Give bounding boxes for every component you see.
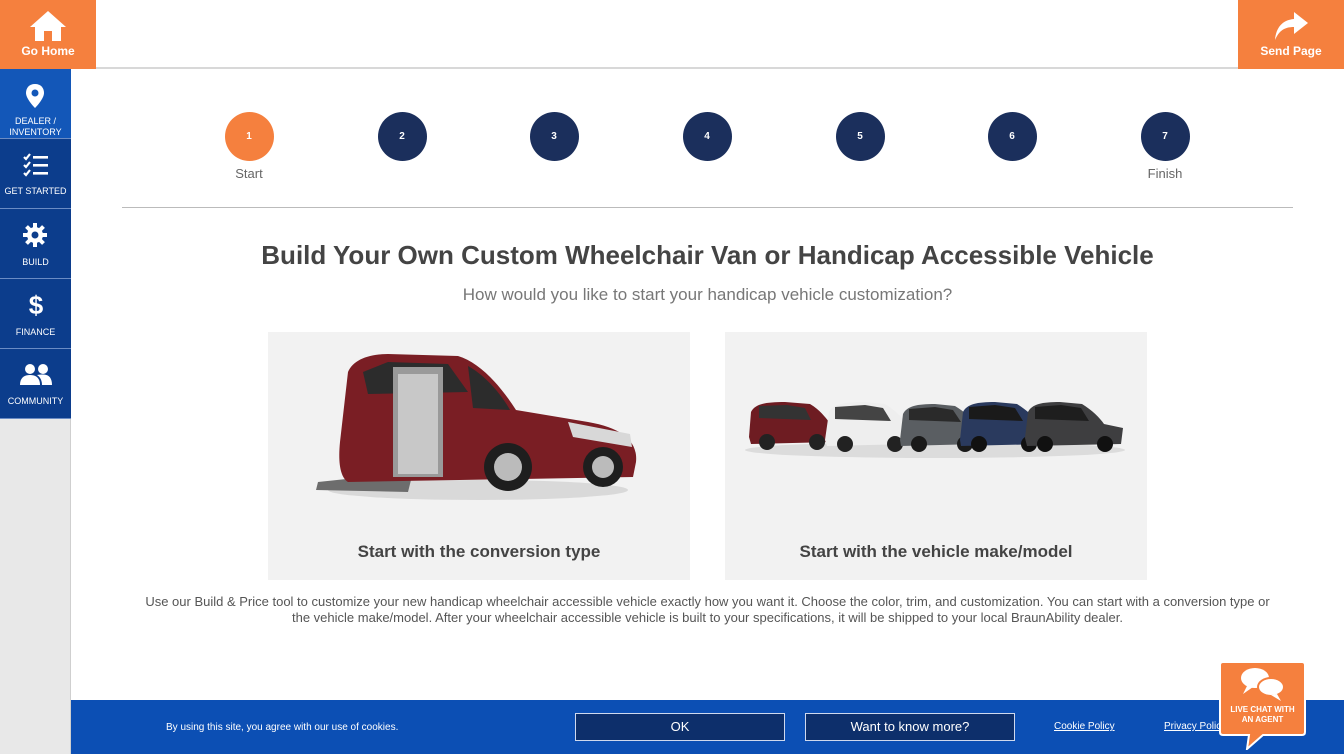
step-3[interactable]: 3 (524, 112, 584, 161)
sidebar-item-build[interactable]: BUILD (0, 209, 71, 279)
vehicle-make-model-card[interactable]: Start with the vehicle make/model (725, 332, 1147, 580)
sidebar-item-label: FINANCE (15, 327, 56, 337)
step-7[interactable]: 7 Finish (1135, 112, 1195, 181)
svg-text:$: $ (29, 291, 44, 319)
step-circle[interactable]: 4 (682, 112, 732, 161)
sidebar-item-label: COMMUNITY (7, 396, 64, 406)
go-home-button[interactable]: Go Home (0, 0, 96, 69)
live-chat-label: LIVE CHAT WITH AN AGENT (1219, 705, 1306, 725)
send-page-button[interactable]: Send Page (1238, 0, 1344, 69)
step-1[interactable]: 1 Start (219, 112, 279, 181)
sidebar-item-get-started[interactable]: GET STARTED (0, 139, 71, 209)
page-title: Build Your Own Custom Wheelchair Van or … (261, 240, 1154, 270)
conversion-type-card[interactable]: Start with the conversion type (268, 332, 690, 580)
step-5[interactable]: 5 (830, 112, 890, 161)
cookie-more-button[interactable]: Want to know more? (805, 713, 1015, 741)
sidebar: DEALER / INVENTORY GET STARTED BUILD $ F… (0, 69, 71, 754)
page-subtitle: How would you like to start your handica… (462, 285, 953, 304)
dollar-icon: $ (29, 291, 44, 319)
wheelchair-van-image (316, 354, 637, 500)
card-label: Start with the vehicle make/model (799, 542, 1073, 561)
step-4[interactable]: 4 (677, 112, 737, 161)
step-circle[interactable]: 1 (224, 112, 274, 161)
progress-steps: 1 Start 2 3 4 5 6 7 Finish (122, 112, 1293, 182)
sidebar-item-community[interactable]: COMMUNITY (0, 349, 71, 419)
cookie-policy-link[interactable]: Cookie Policy (1054, 721, 1115, 732)
share-arrow-icon (1275, 12, 1308, 40)
cookie-ok-button[interactable]: OK (575, 713, 785, 741)
go-home-label: Go Home (21, 44, 75, 58)
step-label: Start (235, 166, 263, 181)
users-icon (20, 364, 52, 385)
cookie-text: By using this site, you agree with our u… (166, 722, 399, 733)
home-icon (30, 11, 66, 41)
sidebar-item-label: DEALER / INVENTORY (9, 116, 62, 137)
step-2[interactable]: 2 (372, 112, 432, 161)
top-bar: Go Home Send Page (0, 0, 1344, 69)
description-text: Use our Build & Price tool to customize … (145, 594, 1270, 625)
sidebar-item-label: BUILD (22, 257, 49, 267)
step-circle[interactable]: 5 (835, 112, 885, 161)
divider (122, 207, 1293, 208)
gear-icon (23, 223, 47, 247)
send-page-label: Send Page (1260, 44, 1322, 58)
live-chat-label-line1: LIVE CHAT WITH (1230, 705, 1295, 714)
step-circle[interactable]: 6 (987, 112, 1037, 161)
step-circle[interactable]: 7 (1140, 112, 1190, 161)
vehicle-lineup-image (745, 402, 1125, 458)
step-circle[interactable]: 2 (377, 112, 427, 161)
sidebar-item-finance[interactable]: $ FINANCE (0, 279, 71, 349)
sidebar-item-dealer-inventory[interactable]: DEALER / INVENTORY (0, 69, 71, 139)
sidebar-item-label: GET STARTED (4, 186, 67, 196)
live-chat-button[interactable]: LIVE CHAT WITH AN AGENT (1219, 660, 1306, 752)
step-label: Finish (1147, 166, 1183, 181)
live-chat-label-line2: AN AGENT (1241, 715, 1284, 724)
card-label: Start with the conversion type (357, 542, 601, 561)
step-circle[interactable]: 3 (529, 112, 579, 161)
privacy-policy-link[interactable]: Privacy Policy (1164, 721, 1226, 732)
map-pin-icon (26, 84, 44, 108)
step-6[interactable]: 6 (982, 112, 1042, 161)
checklist-icon (23, 153, 48, 177)
cookie-banner: By using this site, you agree with our u… (71, 700, 1344, 754)
